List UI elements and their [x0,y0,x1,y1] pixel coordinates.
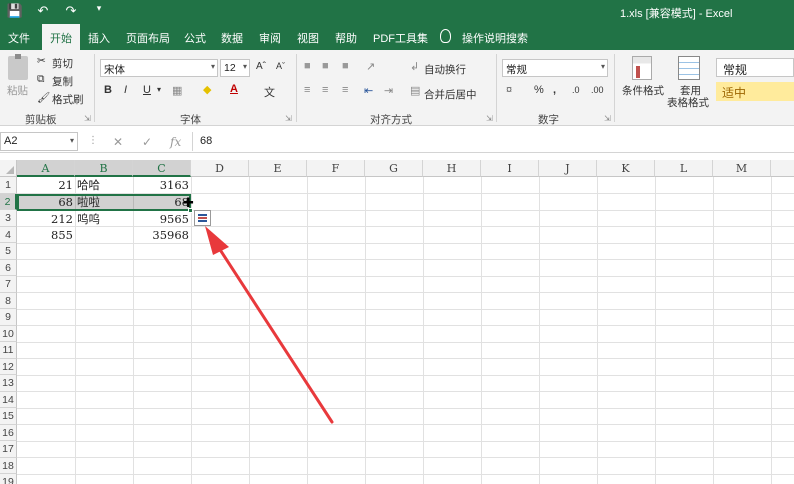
annotation-arrow [205,226,334,424]
annotation-arrow-shaft [215,243,334,424]
annotation-arrow-head [205,226,229,255]
